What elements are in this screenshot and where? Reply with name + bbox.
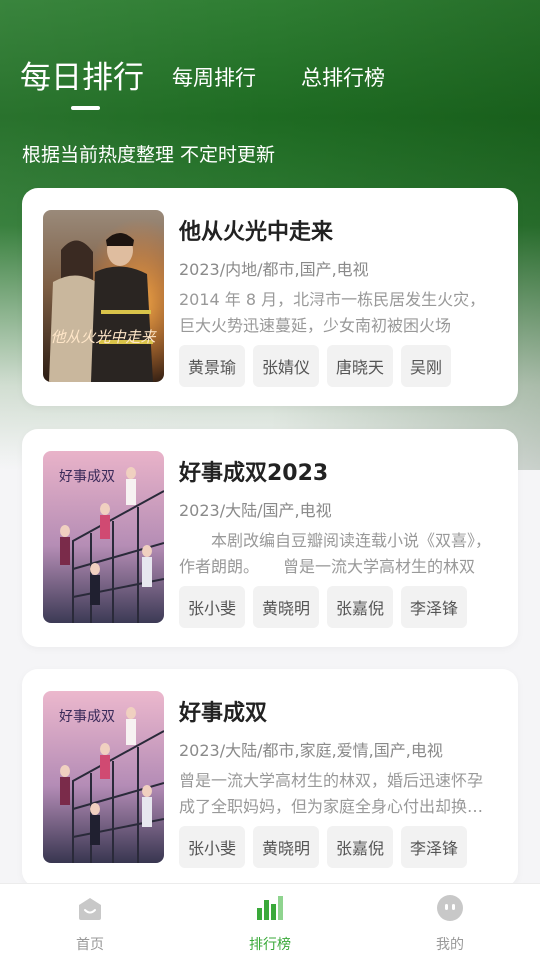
ranking-tabs: 每日排行 每周排行 总排行榜	[0, 50, 540, 110]
ranking-subtitle: 根据当前热度整理 不定时更新	[22, 144, 276, 166]
nav-home[interactable]: 首页	[0, 884, 180, 961]
drama-description: 2014 年 8 月，北浔市一栋民居发生火灾，巨大火势迅速蔓延，少女南初被困火场	[179, 290, 486, 335]
nav-home-label: 首页	[76, 937, 104, 953]
cast-tag[interactable]: 黄晓明	[253, 586, 320, 628]
cast-tags: 张小斐 黄晓明 张嘉倪 李泽锋	[179, 826, 468, 868]
nav-ranking[interactable]: 排行榜	[180, 884, 360, 961]
poster-title-text: 他从火光中走来	[50, 328, 157, 346]
tab-daily-ranking[interactable]: 每日排行	[20, 52, 144, 97]
nav-profile-label: 我的	[436, 937, 464, 953]
drama-title[interactable]: 他从火光中走来	[179, 214, 333, 246]
family-staircase-poster[interactable]: 好事成双	[43, 451, 164, 623]
drama-title[interactable]: 好事成双2023	[179, 455, 328, 487]
ranking-bars-icon	[257, 896, 283, 920]
firefighter-poster[interactable]: 他从火光中走来	[43, 210, 164, 382]
drama-description: 本剧改编自豆瓣阅读连载小说《双喜》，作者朗朗。 曾是一流大学高材生的林双	[179, 531, 492, 576]
nav-profile[interactable]: 我的	[360, 884, 540, 961]
home-icon	[79, 898, 101, 920]
nav-ranking-label: 排行榜	[249, 937, 291, 953]
ranking-card[interactable]: 他从火光中走来 他从火光中走来 2023/内地/都市,国产,电视 2014 年 …	[22, 188, 518, 406]
cast-tag[interactable]: 黄景瑜	[179, 345, 246, 387]
drama-meta: 2023/内地/都市,国产,电视	[179, 260, 369, 279]
cast-tags: 黄景瑜 张婧仪 唐晓天 吴刚	[179, 345, 452, 387]
cast-tags: 张小斐 黄晓明 张嘉倪 李泽锋	[179, 586, 468, 628]
tab-overall-ranking[interactable]: 总排行榜	[301, 62, 385, 92]
profile-face-icon	[437, 895, 463, 921]
cast-tag[interactable]: 张嘉倪	[327, 826, 394, 868]
poster-title-text: 好事成双	[59, 469, 115, 485]
drama-meta: 2023/大陆/都市,家庭,爱情,国产,电视	[179, 741, 443, 760]
drama-meta: 2023/大陆/国产,电视	[179, 501, 332, 520]
drama-title[interactable]: 好事成双	[179, 695, 267, 727]
cast-tag[interactable]: 张嘉倪	[327, 586, 394, 628]
cast-tag[interactable]: 张婧仪	[253, 345, 320, 387]
active-tab-indicator	[71, 106, 100, 110]
ranking-card[interactable]: 好事成双 好事成双 2023/大陆/都市,家庭,爱情,国产,电视 曾是一流大学高…	[22, 669, 518, 887]
cast-tag[interactable]: 李泽锋	[401, 586, 468, 628]
tab-weekly-ranking[interactable]: 每周排行	[172, 62, 256, 92]
cast-tag[interactable]: 唐晓天	[327, 345, 394, 387]
ranking-card[interactable]: 好事成双 好事成双2023 2023/大陆/国产,电视 本剧改编自豆瓣阅读连载小…	[22, 429, 518, 647]
poster-title-text: 好事成双	[59, 709, 115, 725]
cast-tag[interactable]: 李泽锋	[401, 826, 468, 868]
cast-tag[interactable]: 吴刚	[401, 345, 452, 387]
cast-tag[interactable]: 张小斐	[179, 826, 246, 868]
cast-tag[interactable]: 张小斐	[179, 586, 246, 628]
bottom-navigation: 首页 排行榜 我的	[0, 883, 540, 961]
family-staircase-poster[interactable]: 好事成双	[43, 691, 164, 863]
drama-description: 曾是一流大学高材生的林双，婚后迅速怀孕成了全职妈妈，但为家庭全身心付出却换来背叛	[179, 771, 484, 816]
cast-tag[interactable]: 黄晓明	[253, 826, 320, 868]
